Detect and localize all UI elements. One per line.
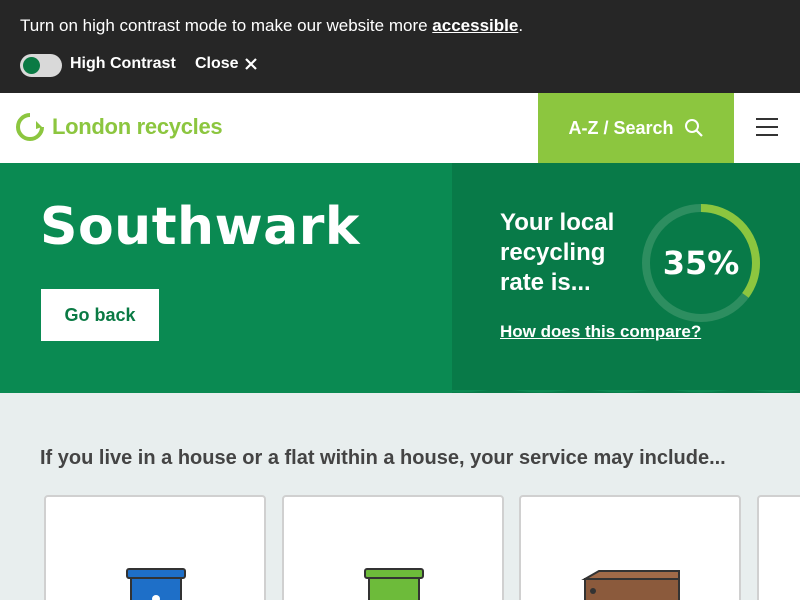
page-title: Southwark: [40, 197, 360, 257]
close-banner-button[interactable]: Close: [195, 55, 257, 73]
site-header: London recycles A-Z / Search: [0, 93, 800, 163]
service-card-green-bin[interactable]: [282, 495, 504, 600]
hero-section: Southwark Go back Your local recycling r…: [0, 163, 800, 393]
service-heading: If you live in a house or a flat within …: [40, 447, 726, 469]
hamburger-menu-icon[interactable]: [752, 118, 782, 138]
accessibility-banner: Turn on high contrast mode to make our w…: [0, 0, 800, 93]
close-label: Close: [195, 55, 239, 72]
recycle-logo-icon: [16, 113, 44, 141]
az-search-button[interactable]: A-Z / Search: [538, 93, 734, 163]
green-bin-icon: [364, 568, 424, 600]
blue-bin-icon: [126, 568, 186, 600]
search-label: A-Z / Search: [568, 117, 674, 138]
high-contrast-label: High Contrast: [70, 55, 176, 72]
service-card-blue-bin[interactable]: [44, 495, 266, 600]
wave-divider: [0, 386, 800, 393]
recycling-rate-value: 35%: [662, 244, 740, 282]
brown-bin-icon: [581, 570, 680, 600]
site-logo[interactable]: London recycles: [14, 111, 223, 143]
go-back-button[interactable]: Go back: [41, 289, 159, 341]
close-icon: [244, 58, 257, 70]
recycling-rate-label: Your local recycling rate is...: [500, 209, 615, 296]
accessible-link[interactable]: accessible: [432, 16, 518, 35]
accessibility-message-text: Turn on high contrast mode to make our w…: [20, 16, 433, 35]
service-card-brown-bin[interactable]: [519, 495, 741, 600]
high-contrast-toggle[interactable]: [20, 54, 62, 77]
service-card-partial[interactable]: [757, 495, 800, 600]
accessibility-message: Turn on high contrast mode to make our w…: [20, 16, 523, 36]
accessibility-period: .: [518, 16, 524, 35]
search-icon: [684, 119, 703, 137]
toggle-knob: [23, 57, 40, 74]
compare-link[interactable]: How does this compare?: [500, 322, 701, 342]
logo-text: London recycles: [52, 114, 223, 139]
